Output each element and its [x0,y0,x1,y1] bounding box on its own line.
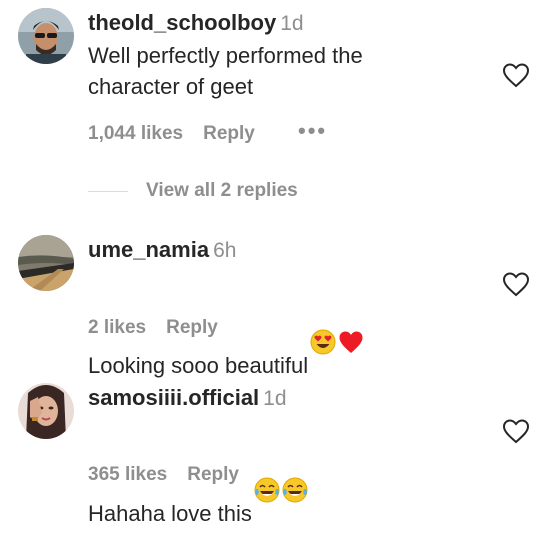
like-heart-icon[interactable] [502,62,530,88]
likes-count[interactable]: 2 likes [88,317,146,338]
reply-button[interactable]: Reply [187,464,239,485]
comment-body: Hahaha love this [88,501,252,526]
red-heart-emoji-icon [338,298,364,353]
heart-eyes-emoji-icon [310,298,336,355]
comment-header: theold_schoolboy 1d [88,8,304,39]
reply-button[interactable]: Reply [203,123,255,144]
likes-count[interactable]: 365 likes [88,464,167,485]
username[interactable]: theold_schoolboy [88,10,276,35]
comment-meta: 1,044 likes Reply [88,123,275,145]
tears-of-joy-emoji-icon [282,446,308,503]
view-replies-label[interactable]: View all 2 replies [146,180,298,201]
woman-hand-on-face-avatar-image [18,383,74,439]
username[interactable]: ume_namia [88,237,209,262]
comment-body: Looking sooo beautiful [88,353,309,378]
comment-header: ume_namia 6h [88,235,236,266]
timestamp[interactable]: 6h [213,239,236,262]
timestamp[interactable]: 1d [280,12,303,35]
comment-text: Well perfectly performed the character o… [88,43,363,99]
man-with-sunglasses-avatar-image [18,8,74,64]
like-heart-icon[interactable] [502,271,530,297]
comment-meta: 365 likes Reply [88,464,259,486]
avatar[interactable] [18,8,74,64]
reply-button[interactable]: Reply [166,317,218,338]
more-options-icon[interactable]: ••• [298,118,327,144]
replies-divider [88,190,128,192]
username[interactable]: samosiiii.official [88,385,259,410]
comment-meta: 2 likes Reply [88,317,238,339]
likes-count[interactable]: 1,044 likes [88,123,183,144]
comment-header: samosiiii.official 1d [88,383,287,414]
avatar[interactable] [18,235,74,291]
view-replies[interactable]: View all 2 replies [88,180,298,202]
landscape-road-avatar-image [18,235,74,291]
timestamp[interactable]: 1d [263,387,286,410]
avatar[interactable] [18,383,74,439]
like-heart-icon[interactable] [502,418,530,444]
